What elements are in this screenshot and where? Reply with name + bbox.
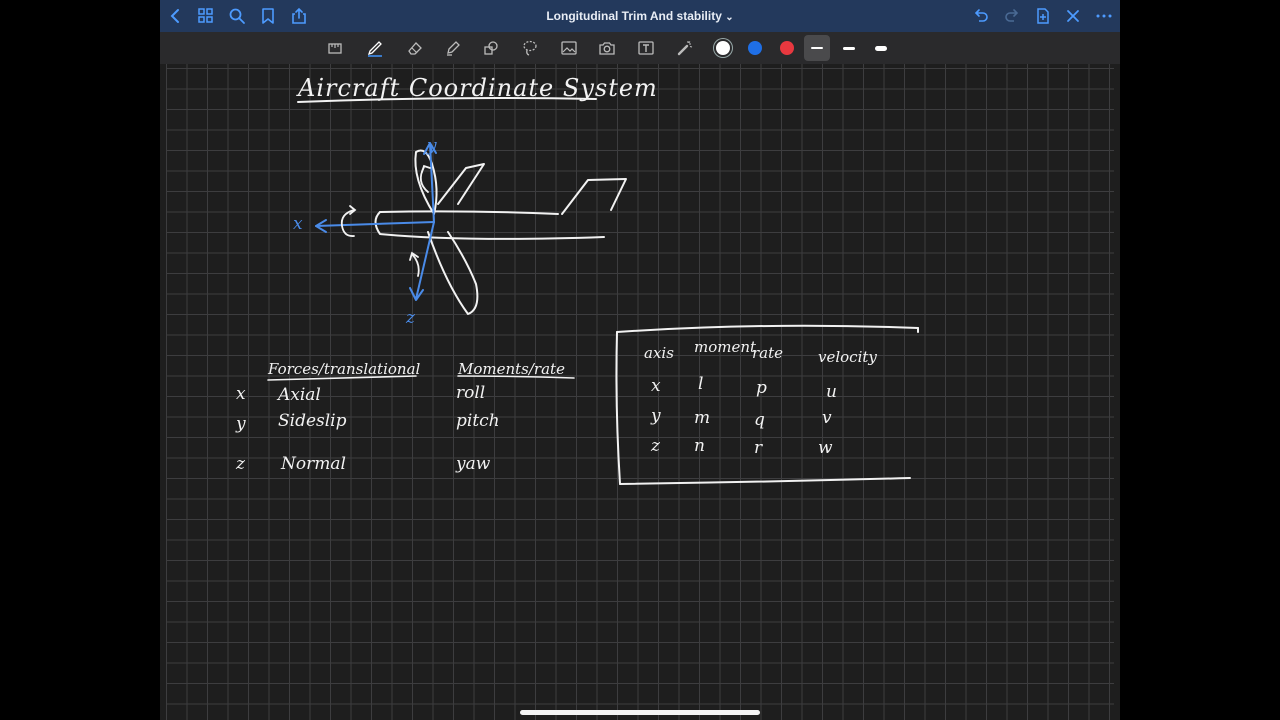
table-cell: x: [651, 376, 661, 396]
left-row-moment: roll: [456, 383, 486, 403]
left-row-moment: yaw: [456, 454, 491, 474]
document-title-text: Longitudinal Trim And stability: [546, 9, 722, 23]
bookmark-icon[interactable]: [256, 4, 280, 28]
home-indicator[interactable]: [520, 710, 760, 715]
table-cell: r: [754, 438, 763, 458]
table-cell: y: [651, 406, 661, 426]
lasso-icon[interactable]: [518, 36, 542, 60]
table-cell: u: [826, 382, 837, 402]
x-axis-label: x: [293, 214, 303, 234]
image-icon[interactable]: [557, 36, 581, 60]
table-cell: p: [756, 378, 767, 398]
table-header-moment: moment: [694, 338, 757, 356]
z-axis-label: z: [406, 308, 415, 328]
color-red-swatch[interactable]: [780, 41, 794, 55]
highlighter-icon[interactable]: [441, 36, 465, 60]
table-cell: l: [698, 374, 704, 394]
table-cell: z: [651, 436, 660, 456]
back-icon[interactable]: [164, 4, 188, 28]
stroke-medium-button[interactable]: [836, 35, 862, 61]
left-row-axis: y: [236, 414, 246, 434]
color-white-swatch[interactable]: [716, 41, 730, 55]
camera-icon[interactable]: [595, 36, 619, 60]
add-page-icon[interactable]: [1031, 4, 1055, 28]
left-row-axis: x: [236, 384, 246, 404]
left-row-axis: z: [236, 454, 245, 474]
stroke-fine-button[interactable]: [804, 35, 830, 61]
redo-icon[interactable]: [1000, 4, 1024, 28]
table-cell: q: [754, 410, 765, 430]
eraser-icon[interactable]: [403, 36, 427, 60]
table-header-velocity: velocity: [818, 348, 877, 366]
notes-app-window: Longitudinal Trim And stability ⌄ Aircra…: [160, 0, 1120, 720]
left-row-force: Normal: [281, 454, 346, 474]
close-icon[interactable]: [1061, 4, 1085, 28]
shapes-icon[interactable]: [479, 36, 503, 60]
table-cell: w: [818, 438, 833, 458]
document-title-button[interactable]: Longitudinal Trim And stability ⌄: [546, 9, 733, 23]
stroke-thick-button[interactable]: [868, 35, 894, 61]
color-blue-swatch[interactable]: [748, 41, 762, 55]
drawing-toolbar: [160, 32, 1120, 64]
table-header-axis: axis: [644, 344, 674, 362]
title-bar: Longitudinal Trim And stability ⌄: [160, 0, 1120, 32]
table-cell: v: [822, 408, 832, 428]
moments-header: Moments/rate: [458, 360, 565, 378]
more-icon[interactable]: [1092, 4, 1116, 28]
ruler-icon[interactable]: [323, 36, 347, 60]
left-row-force: Sideslip: [278, 411, 347, 431]
y-axis-label: y: [427, 136, 437, 156]
pen-icon[interactable]: [363, 36, 387, 60]
left-row-moment: pitch: [456, 411, 500, 431]
notebook-page[interactable]: Aircraft Coordinate System y x z Forces/…: [166, 64, 1114, 720]
laser-icon[interactable]: [673, 36, 697, 60]
table-header-rate: rate: [752, 344, 784, 362]
text-icon[interactable]: [634, 36, 658, 60]
forces-header: Forces/translational: [268, 360, 421, 378]
undo-icon[interactable]: [969, 4, 993, 28]
grid-icon[interactable]: [194, 4, 218, 28]
table-cell: n: [694, 436, 705, 456]
share-icon[interactable]: [287, 4, 311, 28]
table-cell: m: [694, 408, 711, 428]
chevron-down-icon: ⌄: [725, 12, 734, 23]
left-row-force: Axial: [278, 385, 321, 405]
search-icon[interactable]: [225, 4, 249, 28]
